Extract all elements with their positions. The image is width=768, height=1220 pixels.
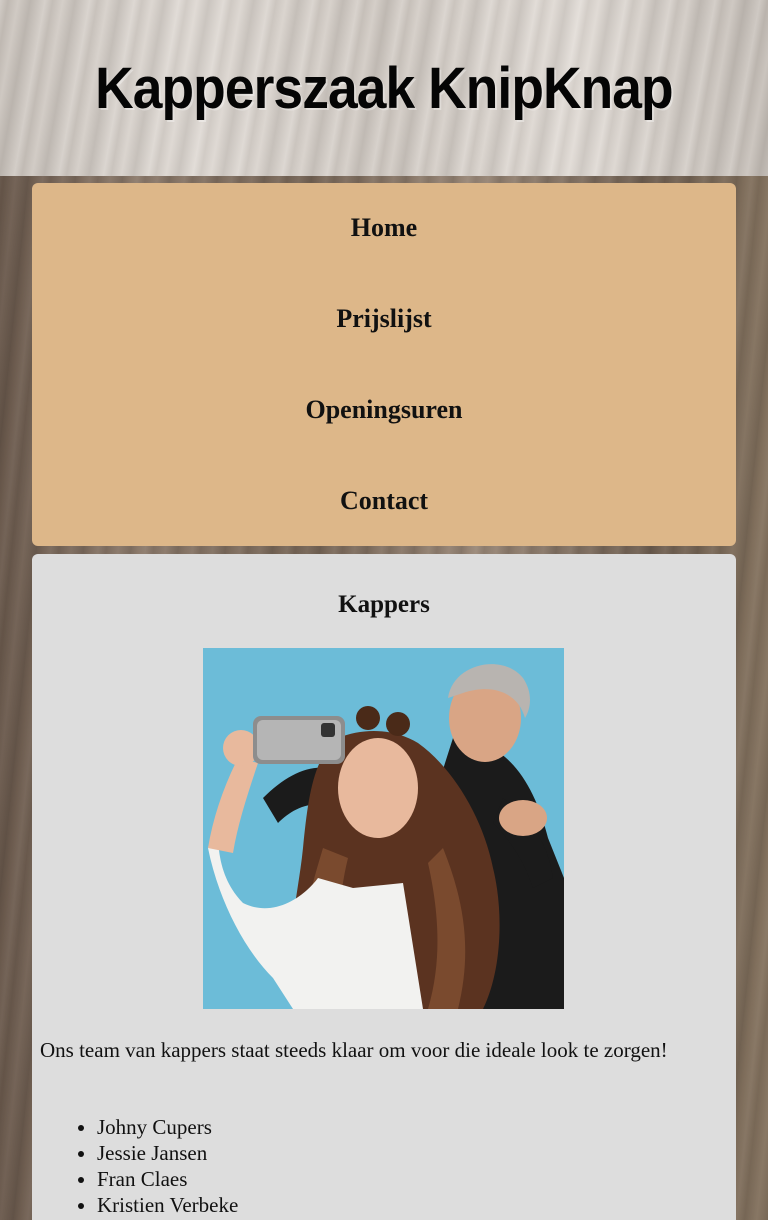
nav-item-openingsuren[interactable]: Openingsuren	[275, 385, 492, 435]
section-heading: Kappers	[338, 591, 430, 618]
intro-text: Ons team van kappers staat steeds klaar …	[40, 1038, 668, 1062]
list-item: Fran Claes	[97, 1166, 238, 1192]
team-list: Johny Cupers Jessie Jansen Fran Claes Kr…	[40, 1114, 238, 1218]
nav-item-contact[interactable]: Contact	[310, 476, 458, 526]
site-title: Kapperszaak KnipKnap	[95, 55, 674, 121]
main-nav: Home Prijslijst Openingsuren Contact	[32, 183, 736, 546]
nav-item-home[interactable]: Home	[321, 203, 447, 253]
list-item: Jessie Jansen	[97, 1140, 238, 1166]
list-item: Johny Cupers	[97, 1114, 238, 1140]
nav-item-prijslijst[interactable]: Prijslijst	[306, 294, 461, 344]
list-item: Kristien Verbeke	[97, 1192, 238, 1218]
content-panel: Kappers Ons team van kappers staat steed…	[32, 554, 736, 1220]
site-header: Kapperszaak KnipKnap	[0, 0, 768, 176]
team-photo	[203, 648, 564, 1009]
